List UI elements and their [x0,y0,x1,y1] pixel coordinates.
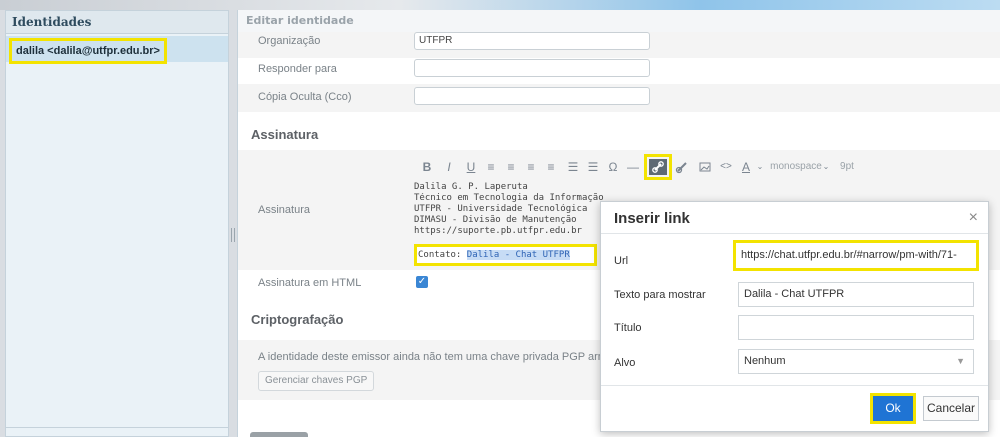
insert-image-icon[interactable] [698,157,712,177]
title-input[interactable] [738,315,974,340]
align-left-icon[interactable]: ≡ [484,157,498,177]
dialog-header-divider [601,233,988,234]
organization-input[interactable]: UTFPR [414,32,650,50]
special-char-button[interactable]: Ω [606,157,620,177]
bullet-list-icon[interactable]: ☰ [566,157,580,177]
identity-item[interactable]: dalila <dalila@utfpr.edu.br> [9,38,167,64]
close-icon[interactable]: × [969,209,978,227]
signature-line: Dalila G. P. Laperuta [414,182,528,192]
font-color-dropdown-icon[interactable]: ⌄ [756,157,764,177]
ok-highlight: Ok [870,393,916,424]
font-color-button[interactable]: A [740,157,752,177]
edit-identity-header: Editar identidade [238,10,1000,33]
display-text-label: Texto para mostrar [614,289,706,301]
display-text-input[interactable]: Dalila - Chat UTFPR [738,282,974,307]
unlink-icon[interactable] [674,157,690,177]
insert-link-icon[interactable] [644,154,672,180]
align-right-icon[interactable]: ≡ [524,157,538,177]
top-decoration [0,0,1000,10]
target-select-value: Nenhum [744,355,786,367]
horizontal-rule-button[interactable]: — [626,157,640,177]
align-center-icon[interactable]: ≡ [504,157,518,177]
panel-footer-divider [6,427,228,428]
bcc-input[interactable] [414,87,650,105]
reply-to-label: Responder para [258,63,337,75]
signature-contact-line[interactable]: Contato: Dalila - Chat UTFPR [414,244,597,266]
identities-header: Identidades [6,11,228,34]
italic-button[interactable]: I [442,157,456,177]
insert-link-dialog: Inserir link × Url https://chat.utfpr.ed… [600,201,989,432]
chevron-down-icon: ▼ [956,356,965,366]
title-label: Título [614,322,642,334]
align-justify-icon[interactable]: ≡ [544,157,558,177]
identities-panel: Identidades dalila <dalila@utfpr.edu.br> [5,10,229,437]
signature-section-title: Assinatura [251,127,319,142]
bold-button[interactable]: B [420,157,434,177]
dialog-footer-divider [601,385,988,386]
bcc-label: Cópia Oculta (Cco) [258,91,352,103]
font-family-select[interactable]: monospace [770,157,822,177]
encryption-info-text: A identidade deste emissor ainda não tem… [258,351,607,363]
dialog-title: Inserir link [614,210,690,227]
save-button[interactable] [250,432,308,437]
cancel-button[interactable]: Cancelar [923,396,979,421]
panel-resize-handle[interactable] [231,228,235,242]
encryption-section-title: Criptografação [251,312,344,327]
html-signature-label: Assinatura em HTML [258,277,362,289]
target-select[interactable]: Nenhum ▼ [738,349,974,374]
organization-label: Organização [258,35,321,47]
manage-pgp-keys-button[interactable]: Gerenciar chaves PGP [258,371,375,391]
editor-toolbar: B I U ≡ ≡ ≡ ≡ ☰ ☰ Ω — <> A ⌄ monospace ⌄… [414,154,1000,181]
numbered-list-icon[interactable]: ☰ [586,157,600,177]
target-label: Alvo [614,357,636,369]
html-signature-checkbox[interactable]: ✓ [416,276,428,288]
ok-button[interactable]: Ok [873,396,913,421]
underline-button[interactable]: U [464,157,478,177]
url-label: Url [614,255,629,267]
contact-link[interactable]: Dalila - Chat UTFPR [466,250,570,260]
font-size-select[interactable]: 9pt [836,157,858,177]
contact-prefix: Contato: [418,250,467,260]
font-family-dropdown-icon[interactable]: ⌄ [822,157,830,177]
source-code-button[interactable]: <> [718,157,734,177]
signature-label: Assinatura [258,204,310,216]
reply-to-input[interactable] [414,59,650,77]
url-input[interactable]: https://chat.utfpr.edu.br/#narrow/pm-wit… [733,240,979,271]
